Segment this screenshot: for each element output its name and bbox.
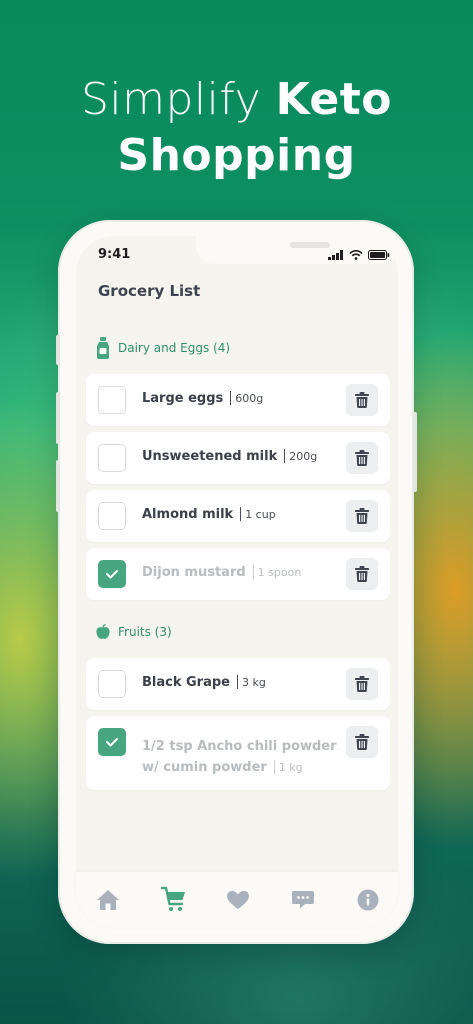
list-item[interactable]: 1/2 tsp Ancho chili powder w/ cumin powd…: [86, 716, 390, 790]
item-name: Black Grape: [142, 675, 230, 690]
checkmark-icon: [106, 738, 118, 747]
separator: [252, 565, 254, 579]
phone-volume-up: [56, 392, 60, 444]
tab-cart[interactable]: [160, 886, 188, 914]
item-name: Almond milk: [142, 507, 234, 522]
item-name-row: 1/2 tsp Ancho chili powder w/ cumin powd…: [142, 736, 337, 778]
tab-messages[interactable]: [289, 886, 317, 914]
item-name: Dijon mustard: [142, 565, 246, 580]
list-item[interactable]: Black Grape 3 kg: [86, 658, 390, 710]
item-name: Large eggs: [142, 391, 224, 406]
checkmark-icon: [106, 570, 118, 579]
phone-side-button: [56, 335, 60, 365]
phone-power-button: [413, 412, 417, 492]
trash-icon: [355, 392, 369, 408]
delete-button[interactable]: [346, 442, 378, 474]
tab-bar: [76, 872, 398, 928]
item-name-row: Unsweetened milk 200g: [142, 449, 317, 464]
battery-icon: [368, 250, 390, 260]
item-checkbox[interactable]: [98, 728, 126, 756]
wifi-icon: [349, 250, 363, 260]
item-name-row: Dijon mustard 1 spoon: [142, 565, 301, 580]
status-icons: [328, 250, 390, 260]
separator: [240, 507, 242, 521]
list-item[interactable]: Dijon mustard 1 spoon: [86, 548, 390, 600]
section-label: Fruits (3): [118, 625, 172, 639]
item-qty: 3 kg: [242, 676, 266, 689]
item-name-line1: 1/2 tsp Ancho chili powder: [142, 739, 337, 754]
section-dairy: Dairy and Eggs (4): [96, 337, 230, 359]
trash-icon: [355, 566, 369, 582]
item-name-row: Almond milk 1 cup: [142, 507, 276, 522]
trash-icon: [355, 508, 369, 524]
item-qty: 600g: [235, 392, 264, 405]
section-label: Dairy and Eggs (4): [118, 341, 231, 355]
separator: [230, 391, 232, 405]
item-name-row: Large eggs 600g: [142, 391, 263, 406]
headline-bold: Keto: [275, 74, 393, 125]
signal-icon: [328, 250, 343, 260]
item-qty: 1 cup: [245, 508, 276, 521]
headline: Simplify Keto Shopping: [0, 72, 473, 184]
speaker-grille: [290, 242, 330, 248]
trash-icon: [355, 676, 369, 692]
trash-icon: [355, 450, 369, 466]
list-item[interactable]: Unsweetened milk 200g: [86, 432, 390, 484]
chat-icon: [292, 891, 314, 909]
item-qty: 1 spoon: [257, 566, 302, 579]
section-fruits: Fruits (3): [96, 624, 172, 640]
apple-icon: [96, 624, 110, 639]
item-checkbox[interactable]: [98, 502, 126, 530]
delete-button[interactable]: [346, 558, 378, 590]
cart-icon: [161, 886, 185, 911]
list-item[interactable]: Almond milk 1 cup: [86, 490, 390, 542]
item-name-line2: w/ cumin powder: [142, 760, 267, 775]
item-checkbox[interactable]: [98, 386, 126, 414]
list-item[interactable]: Large eggs 600g: [86, 374, 390, 426]
delete-button[interactable]: [346, 384, 378, 416]
heart-icon: [227, 891, 249, 909]
item-name: Unsweetened milk: [142, 449, 278, 464]
trash-icon: [355, 734, 369, 750]
separator: [284, 449, 286, 463]
phone-volume-down: [56, 460, 60, 512]
delete-button[interactable]: [346, 668, 378, 700]
item-checkbox[interactable]: [98, 444, 126, 472]
delete-button[interactable]: [346, 500, 378, 532]
separator: [237, 675, 238, 689]
separator: [273, 760, 275, 774]
item-qty: 1 kg: [278, 761, 303, 774]
delete-button[interactable]: [346, 726, 378, 758]
item-checkbox[interactable]: [98, 560, 126, 588]
page-title: Grocery List: [98, 282, 201, 300]
home-icon: [97, 890, 119, 910]
headline-light: Simplify: [80, 74, 262, 125]
info-icon: [357, 889, 379, 911]
item-name-row: Black Grape 3 kg: [142, 675, 266, 690]
tab-home[interactable]: [94, 886, 122, 914]
milk-bottle-icon: [97, 337, 109, 359]
item-qty: 200g: [289, 450, 318, 463]
status-time: 9:41: [98, 247, 131, 262]
item-checkbox[interactable]: [98, 670, 126, 698]
tab-favorites[interactable]: [224, 886, 252, 914]
headline-line2: Shopping: [117, 130, 356, 181]
tab-info[interactable]: [354, 886, 382, 914]
